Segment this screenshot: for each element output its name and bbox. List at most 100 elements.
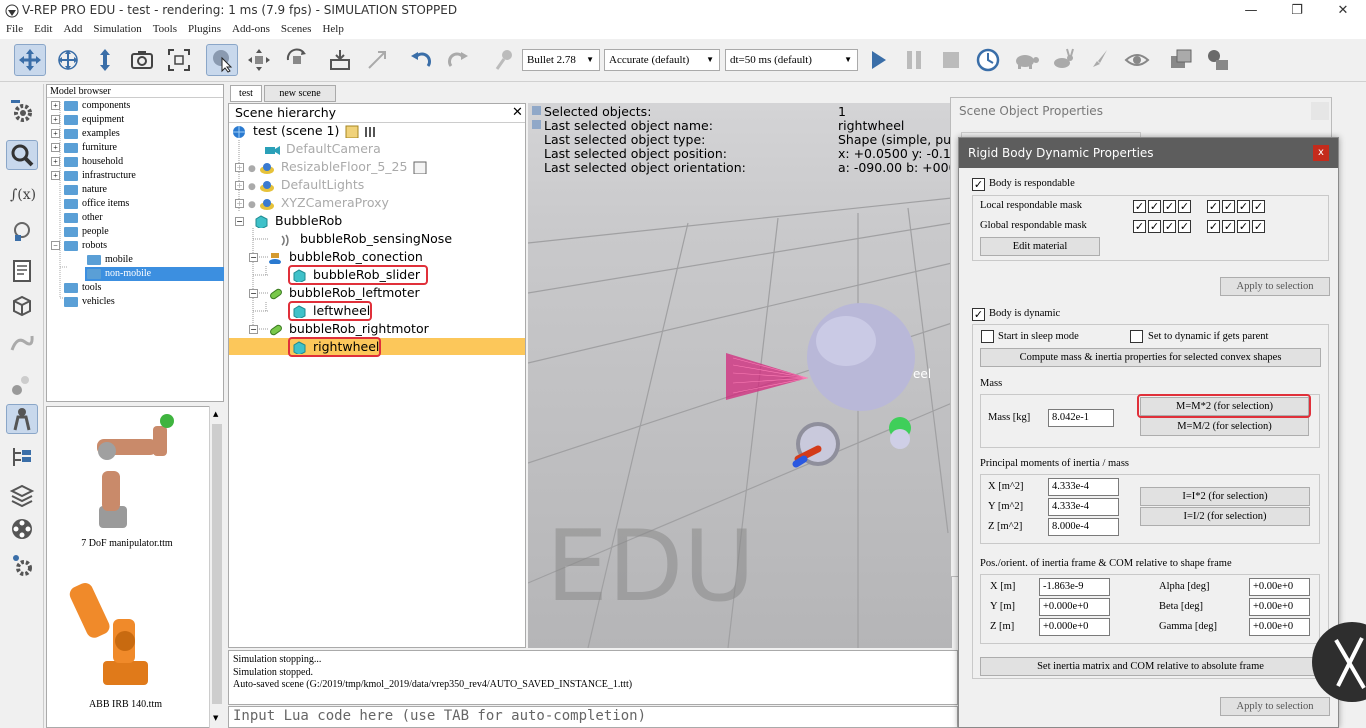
scripts-button[interactable] xyxy=(6,256,38,286)
speed-up-button[interactable] xyxy=(1047,44,1079,76)
undo-button[interactable] xyxy=(405,44,437,76)
tree-item-people[interactable]: people xyxy=(64,225,109,239)
tree-row-xyz-camera-proxy[interactable]: + ● XYZCameraProxy xyxy=(235,194,389,212)
expand-icon[interactable]: + xyxy=(51,115,60,125)
menu-file[interactable]: File xyxy=(0,22,28,35)
mask-bit-checkbox[interactable]: ✓ xyxy=(1222,220,1235,233)
tree-row-bubblerob[interactable]: − BubbleRob xyxy=(235,212,342,230)
layers-button[interactable] xyxy=(6,480,38,510)
minimize-button[interactable]: — xyxy=(1228,0,1274,22)
user-settings-button[interactable] xyxy=(6,550,38,580)
inertia-double-button[interactable]: I=I*2 (for selection) xyxy=(1140,487,1310,506)
visualization-toggle-button[interactable] xyxy=(1121,44,1153,76)
expand-icon[interactable]: + xyxy=(51,143,60,153)
pos-z-input[interactable]: +0.000e+0 xyxy=(1039,618,1110,636)
inertia-y-input[interactable]: 4.333e-4 xyxy=(1048,498,1119,516)
close-button[interactable]: ✕ xyxy=(1320,0,1366,22)
menu-help[interactable]: Help xyxy=(316,22,348,35)
pos-y-input[interactable]: +0.000e+0 xyxy=(1039,598,1110,616)
set-inertia-absolute-button[interactable]: Set inertia matrix and COM relative to a… xyxy=(980,657,1321,676)
thumbnails-scrollbar[interactable]: ▲ ▼ xyxy=(209,406,224,728)
video-recorder-button[interactable] xyxy=(6,514,38,544)
menu-add-ons[interactable]: Add-ons xyxy=(226,22,275,35)
page-selector-button[interactable] xyxy=(1165,44,1197,76)
mask-bit-checkbox[interactable]: ✓ xyxy=(1207,220,1220,233)
layers-tree-button[interactable] xyxy=(6,442,38,472)
tree-row-default-lights[interactable]: + ● DefaultLights xyxy=(235,176,364,194)
lua-command-input[interactable]: Input Lua code here (use TAB for auto-co… xyxy=(228,706,958,728)
mass-half-button[interactable]: M=M/2 (for selection) xyxy=(1140,417,1309,436)
mask-bit-checkbox[interactable]: ✓ xyxy=(1163,200,1176,213)
model-browser-toggle[interactable] xyxy=(6,140,38,170)
collapse-icon[interactable]: − xyxy=(249,289,258,298)
model-abb-irb-140[interactable]: ABB IRB 140.ttm xyxy=(63,569,188,714)
tree-item-vehicles[interactable]: vehicles xyxy=(64,295,115,309)
tree-item-office-items[interactable]: office items xyxy=(64,197,129,211)
mask-bit-checkbox[interactable]: ✓ xyxy=(1148,200,1161,213)
tree-row-default-camera[interactable]: DefaultCamera xyxy=(265,140,381,158)
inertia-x-input[interactable]: 4.333e-4 xyxy=(1048,478,1119,496)
scroll-thumb[interactable] xyxy=(212,424,222,704)
expand-icon[interactable]: + xyxy=(51,129,60,139)
expand-icon[interactable]: + xyxy=(51,101,60,111)
redo-button[interactable] xyxy=(442,44,474,76)
object-rotate-button[interactable] xyxy=(281,44,313,76)
info-toggle-icon[interactable] xyxy=(532,120,541,129)
tree-item-examples[interactable]: + examples xyxy=(51,127,120,141)
expand-icon[interactable]: + xyxy=(235,163,244,172)
scroll-down-icon[interactable]: ▼ xyxy=(213,714,218,722)
expand-icon[interactable]: + xyxy=(235,181,244,190)
mask-bit-checkbox[interactable]: ✓ xyxy=(1252,200,1265,213)
selection-button[interactable] xyxy=(6,370,38,400)
menu-edit[interactable]: Edit xyxy=(28,22,57,35)
tree-row-conection[interactable]: − bubbleRob_conection xyxy=(249,248,423,266)
tree-item-furniture[interactable]: + furniture xyxy=(51,141,117,155)
dynamic-checkbox[interactable]: ✓ xyxy=(972,308,985,321)
tree-item-household[interactable]: + household xyxy=(51,155,123,169)
pos-x-input[interactable]: -1.863e-9 xyxy=(1039,578,1110,596)
simulation-settings-button[interactable] xyxy=(6,96,38,126)
scene-viewport[interactable]: Selected objects: Last selected object n… xyxy=(528,103,952,648)
tree-item-tools[interactable]: tools xyxy=(64,281,101,295)
physics-engine-select[interactable]: Bullet 2.78 ▼ xyxy=(522,49,600,71)
expand-icon[interactable]: + xyxy=(51,157,60,167)
collapse-icon[interactable]: − xyxy=(249,325,258,334)
camera-angle-button[interactable] xyxy=(126,44,158,76)
tree-item-mobile[interactable]: mobile xyxy=(87,253,133,267)
scene-selector-button[interactable] xyxy=(1202,44,1234,76)
tree-item-equipment[interactable]: + equipment xyxy=(51,113,124,127)
transfer-dna-button[interactable] xyxy=(361,44,393,76)
alpha-input[interactable]: +0.00e+0 xyxy=(1249,578,1310,596)
tree-item-nature[interactable]: nature xyxy=(64,183,107,197)
tree-row-resizable-floor[interactable]: + ● ResizableFloor_5_25 xyxy=(235,158,434,176)
mask-bit-checkbox[interactable]: ✓ xyxy=(1148,220,1161,233)
edit-material-button[interactable]: Edit material xyxy=(980,237,1100,256)
start-simulation-button[interactable] xyxy=(862,44,894,76)
click-select-button[interactable] xyxy=(206,44,238,76)
collapse-icon[interactable]: − xyxy=(235,217,244,226)
slow-down-button[interactable] xyxy=(1010,44,1042,76)
mask-bit-checkbox[interactable]: ✓ xyxy=(1237,200,1250,213)
inertia-half-button[interactable]: I=I/2 (for selection) xyxy=(1140,507,1310,526)
mask-bit-checkbox[interactable]: ✓ xyxy=(1178,220,1191,233)
realtime-button[interactable] xyxy=(972,44,1004,76)
mass-input[interactable]: 8.042e-1 xyxy=(1048,409,1114,427)
mask-bit-checkbox[interactable]: ✓ xyxy=(1237,220,1250,233)
mask-bit-checkbox[interactable]: ✓ xyxy=(1252,220,1265,233)
collapse-icon[interactable]: − xyxy=(249,253,258,262)
object-shift-button[interactable] xyxy=(243,44,275,76)
beta-input[interactable]: +0.00e+0 xyxy=(1249,598,1310,616)
expand-icon[interactable]: + xyxy=(235,199,244,208)
accuracy-select[interactable]: Accurate (default) ▼ xyxy=(604,49,720,71)
mask-bit-checkbox[interactable]: ✓ xyxy=(1178,200,1191,213)
hierarchy-toggle-button[interactable] xyxy=(6,404,38,434)
calculation-modules-button[interactable]: ∫(x) xyxy=(6,178,38,208)
tree-row-rightmotor[interactable]: − bubbleRob_rightmotor xyxy=(249,320,429,338)
pause-simulation-button[interactable] xyxy=(898,44,930,76)
tree-item-components[interactable]: + components xyxy=(51,99,130,113)
menu-add[interactable]: Add xyxy=(57,22,87,35)
path-edit-button[interactable] xyxy=(6,328,38,358)
gamma-input[interactable]: +0.00e+0 xyxy=(1249,618,1310,636)
stop-simulation-button[interactable] xyxy=(935,44,967,76)
tree-item-robots[interactable]: − robots xyxy=(51,239,107,253)
